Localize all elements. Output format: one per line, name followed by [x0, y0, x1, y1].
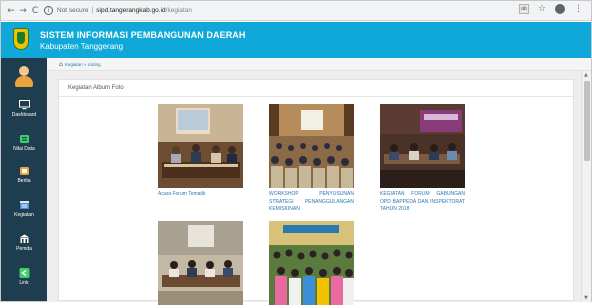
database-icon	[18, 134, 30, 144]
extension-icon[interactable]: ab	[518, 4, 529, 14]
album-card[interactable]: Acara Forum Tematik	[158, 104, 243, 199]
scroll-up-icon[interactable]: ▲	[584, 72, 588, 78]
security-label: Not secure	[57, 7, 89, 14]
news-icon	[18, 166, 30, 176]
browser-toolbar: ← → C i Not secure | sipd.tangerangkab.g…	[1, 1, 591, 21]
url-host: sipd.tangerangkab.go.id	[96, 7, 166, 14]
app-title: SISTEM INFORMASI PEMBANGUNAN DAERAH	[40, 29, 246, 40]
sidebar-item-label: Link	[19, 280, 29, 286]
bookmark-star-icon[interactable]: ☆	[538, 4, 546, 14]
forum-stage-photo[interactable]	[380, 104, 465, 188]
album-card[interactable]: WORKSHOP PENYUSUNAN STRATEGI PENANGGULAN…	[269, 104, 354, 214]
album-caption[interactable]: WORKSHOP PENYUSUNAN STRATEGI PENANGGULAN…	[269, 191, 354, 214]
building-icon	[18, 234, 30, 244]
sidebar-item-nilai-data[interactable]: Nilai Data	[1, 134, 47, 152]
album-caption[interactable]: Acara Forum Tematik	[158, 191, 243, 199]
sidebar-item-berita[interactable]: Berita	[1, 166, 47, 184]
user-avatar[interactable]	[13, 66, 35, 88]
panel-meeting-photo[interactable]	[158, 221, 243, 305]
info-icon[interactable]: i	[44, 6, 53, 15]
album-panel: Kegiatan Album Foto Acara Forum Tematik	[58, 79, 574, 305]
address-separator: |	[91, 7, 94, 14]
address-bar[interactable]: i Not secure | sipd.tangerangkab.go.id /…	[44, 4, 192, 18]
home-icon[interactable]: ⌂	[59, 61, 63, 68]
profile-icon[interactable]	[555, 4, 565, 14]
sidebar-item-link[interactable]: Link	[1, 268, 47, 286]
sidebar-item-dashboard[interactable]: Dashboard	[1, 100, 47, 118]
sidebar: Dashboard Nilai Data Berita Kegiatan Pem…	[1, 58, 47, 301]
album-caption[interactable]: KEGIATAN FORUM GABUNGAN OPD BAPPEDA DAN …	[380, 191, 465, 214]
sidebar-item-label: Berita	[17, 178, 31, 184]
back-icon[interactable]: ←	[5, 4, 17, 18]
sidebar-item-label: Pemda	[16, 246, 32, 252]
kabupaten-logo	[11, 27, 31, 53]
sidebar-item-pemda[interactable]: Pemda	[1, 234, 47, 252]
album-card[interactable]: KEGIATAN FORUM GABUNGAN OPD BAPPEDA DAN …	[380, 104, 465, 214]
app-header: SISTEM INFORMASI PEMBANGUNAN DAERAH Kabu…	[1, 22, 591, 58]
scrollbar-thumb[interactable]	[584, 81, 590, 161]
sidebar-item-label: Kegiatan	[14, 212, 34, 218]
sidebar-item-kegiatan[interactable]: Kegiatan	[1, 200, 47, 218]
reload-icon[interactable]: C	[29, 4, 41, 18]
breadcrumb: ⌂ Kegiatan » Listing	[47, 58, 591, 71]
meeting-table-photo[interactable]	[158, 104, 243, 188]
crowd-photo[interactable]	[269, 221, 354, 305]
page-scrollbar[interactable]: ▲ ▼	[581, 71, 591, 302]
brand: SISTEM INFORMASI PEMBANGUNAN DAERAH Kabu…	[40, 30, 246, 51]
album-card[interactable]	[269, 221, 354, 308]
album-card[interactable]	[158, 221, 243, 308]
url-path: /kegiatan	[165, 7, 193, 14]
breadcrumb-link[interactable]: Kegiatan » Listing	[65, 62, 101, 67]
app-subtitle: Kabupaten Tanggerang	[40, 41, 124, 51]
calendar-icon	[18, 200, 30, 210]
workshop-hall-photo[interactable]	[269, 104, 354, 188]
panel-title: Kegiatan Album Foto	[59, 80, 573, 97]
sidebar-item-label: Nilai Data	[13, 146, 35, 152]
share-icon	[18, 268, 30, 278]
scroll-down-icon[interactable]: ▼	[584, 295, 588, 301]
forward-icon[interactable]: →	[17, 4, 29, 18]
browser-menu-icon[interactable]: ⋮	[574, 4, 583, 14]
monitor-icon	[18, 100, 30, 110]
sidebar-item-label: Dashboard	[11, 112, 37, 118]
